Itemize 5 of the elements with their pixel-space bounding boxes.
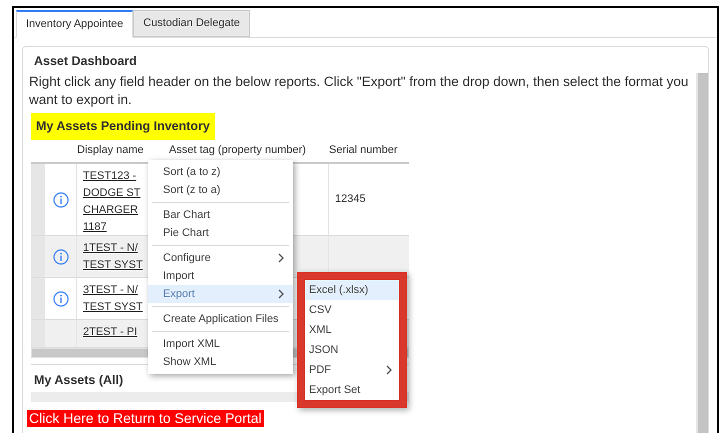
panel-title: Asset Dashboard <box>34 52 138 70</box>
section-title: My Assets Pending Inventory <box>31 113 215 140</box>
serial-number-cell-text: 12345 <box>335 192 366 208</box>
instructions-text: Right click any field header on the below reports. Click "Export" from the drop down, then select the format you want to export in. <box>29 73 690 110</box>
section-title: My Assets (All) <box>33 372 124 389</box>
